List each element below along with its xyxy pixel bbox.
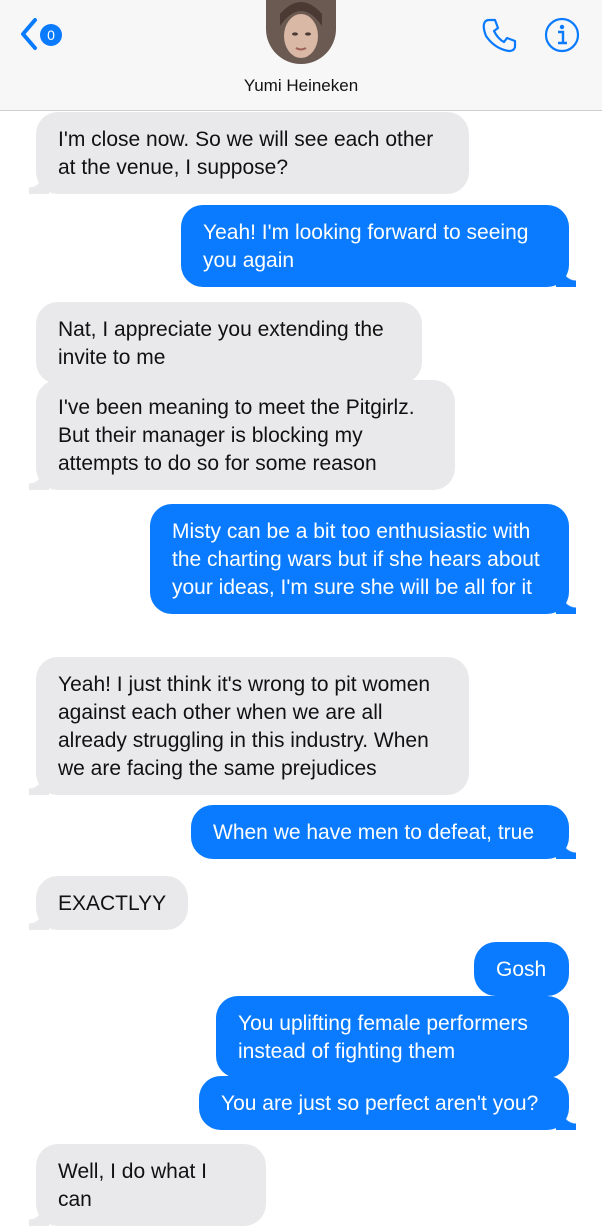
avatar[interactable] [266, 0, 336, 64]
conversation-header: 0 Yumi Heineken [0, 0, 602, 111]
contact-name[interactable]: Yumi Heineken [0, 76, 602, 96]
chevron-left-icon [21, 18, 37, 50]
message-sent[interactable]: Yeah! I'm looking forward to seeing you … [181, 205, 576, 287]
message-received[interactable]: I've been meaning to meet the Pitgirlz. … [29, 380, 455, 490]
message-sent[interactable]: You are just so perfect aren't you? [199, 1076, 576, 1130]
phone-icon[interactable] [480, 16, 518, 54]
message-sent[interactable]: Misty can be a bit too enthusiastic with… [150, 504, 576, 614]
message-received[interactable]: EXACTLYY [29, 876, 188, 930]
message-sent[interactable]: You uplifting female performers instead … [216, 996, 569, 1078]
contact-photo [266, 0, 336, 64]
message-sent[interactable]: When we have men to defeat, true [191, 805, 576, 859]
unread-count-badge: 0 [40, 24, 62, 46]
message-received[interactable]: Yeah! I just think it's wrong to pit wom… [29, 657, 469, 795]
info-icon[interactable] [543, 16, 581, 54]
message-received[interactable]: Nat, I appreciate you extending the invi… [36, 302, 422, 384]
back-button[interactable]: 0 [18, 14, 78, 54]
message-received[interactable]: Well, I do what I can [29, 1144, 266, 1226]
message-sent[interactable]: Gosh [474, 942, 569, 996]
message-received[interactable]: I'm close now. So we will see each other… [29, 112, 469, 194]
